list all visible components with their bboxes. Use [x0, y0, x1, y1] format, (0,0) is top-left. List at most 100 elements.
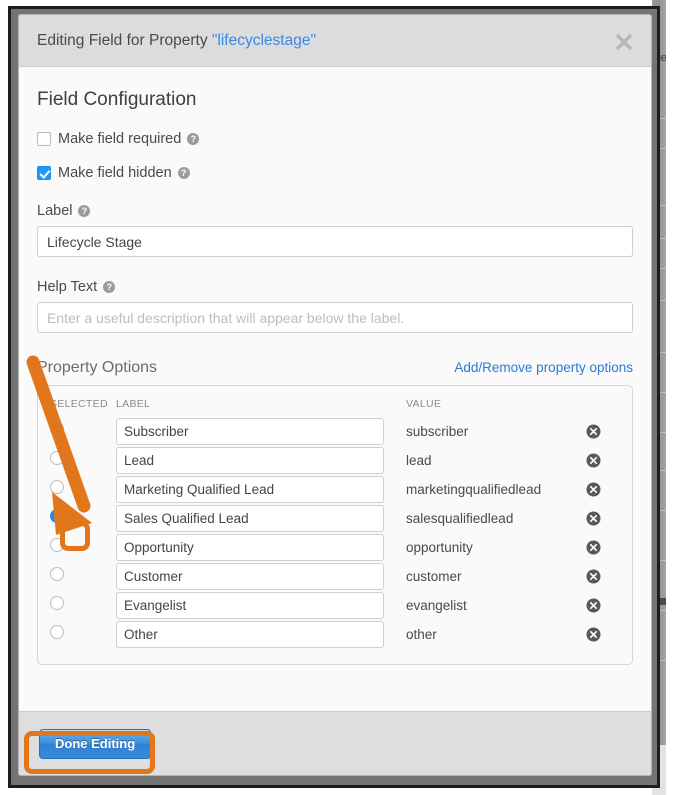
modal-title-property: "lifecyclestage"	[211, 31, 316, 49]
option-selected-cell	[50, 505, 116, 534]
option-delete-cell	[586, 592, 620, 621]
done-editing-button[interactable]: Done Editing	[39, 728, 152, 759]
property-options-header: Property Options Add/Remove property opt…	[37, 359, 633, 377]
option-label-input[interactable]	[116, 418, 384, 445]
table-row: evangelist	[50, 592, 620, 621]
option-delete-cell	[586, 447, 620, 476]
option-label-cell	[116, 563, 406, 592]
option-delete-cell	[586, 563, 620, 592]
option-selected-cell	[50, 592, 116, 621]
option-selected-cell	[50, 447, 116, 476]
option-radio[interactable]	[50, 596, 64, 610]
make-field-hidden-checkbox[interactable]	[37, 166, 51, 180]
option-value-cell: evangelist	[406, 598, 467, 613]
option-value-cell: salesqualifiedlead	[406, 511, 514, 526]
modal-footer: Done Editing	[19, 711, 651, 775]
delete-circle-icon[interactable]	[586, 453, 601, 468]
option-value-cell: opportunity	[406, 540, 473, 555]
option-delete-cell	[586, 505, 620, 534]
option-delete-cell	[586, 534, 620, 563]
label-field-label-text: Label	[37, 203, 73, 219]
option-label-cell	[116, 592, 406, 621]
option-selected-cell	[50, 476, 116, 505]
option-radio[interactable]	[50, 480, 64, 494]
make-field-required-label: Make field required	[58, 131, 182, 147]
close-icon[interactable]	[611, 29, 637, 55]
table-row: marketing qualified lead	[50, 476, 620, 505]
table-row: other	[50, 621, 620, 650]
modal-title: Editing Field for Property "lifecyclesta…	[37, 32, 316, 50]
help-text-input[interactable]	[37, 302, 633, 333]
option-selected-cell	[50, 563, 116, 592]
option-delete-cell	[586, 621, 620, 650]
property-options-body: subscriber lead marketingqualifiedlead sale…	[50, 418, 620, 650]
option-delete-cell	[586, 476, 620, 505]
option-selected-cell	[50, 418, 116, 447]
option-value-cell: other	[406, 627, 437, 642]
column-header-delete	[586, 396, 620, 418]
delete-circle-icon[interactable]	[586, 627, 601, 642]
help-icon[interactable]: ?	[103, 281, 116, 293]
option-label-input[interactable]	[116, 476, 384, 503]
modal-titlebar: Editing Field for Property "lifecyclesta…	[19, 15, 651, 67]
checkbox-row-required[interactable]: Make field required ?	[37, 131, 633, 147]
table-row: sales qualified lead	[50, 505, 620, 534]
option-radio[interactable]	[50, 567, 64, 581]
edit-field-modal: Editing Field for Property "lifecyclesta…	[18, 14, 652, 776]
option-label-cell	[116, 418, 406, 447]
option-label-input[interactable]	[116, 505, 384, 532]
add-remove-property-options-link[interactable]: Add/Remove property options	[454, 360, 633, 375]
option-value-cell: marketingqualifiedlead	[406, 482, 542, 497]
delete-circle-icon[interactable]	[586, 424, 601, 439]
table-row: opportunity	[50, 534, 620, 563]
option-radio[interactable]	[50, 509, 64, 523]
help-text-field-label: Help Text ?	[37, 279, 633, 295]
option-label-input[interactable]	[116, 447, 384, 474]
delete-circle-icon[interactable]	[586, 482, 601, 497]
option-radio[interactable]	[50, 625, 64, 639]
delete-circle-icon[interactable]	[586, 511, 601, 526]
make-field-hidden-label: Make field hidden	[58, 165, 172, 181]
option-label-cell	[116, 534, 406, 563]
option-radio[interactable]	[50, 451, 64, 465]
page-title: Field Configuration	[37, 89, 197, 110]
label-input[interactable]	[37, 226, 633, 257]
property-options-title: Property Options	[37, 359, 158, 376]
option-label-input[interactable]	[116, 534, 384, 561]
column-header-value: VALUE	[406, 398, 442, 410]
option-label-cell	[116, 621, 406, 650]
column-header-label: LABEL	[116, 398, 151, 410]
property-options-panel: SELECTED LABEL VALUE subscriber lead marke…	[37, 385, 633, 665]
modal-title-prefix: Editing Field for Property	[37, 31, 212, 49]
make-field-required-checkbox[interactable]	[37, 132, 51, 146]
option-selected-cell	[50, 534, 116, 563]
option-label-input[interactable]	[116, 592, 384, 619]
checkbox-row-hidden[interactable]: Make field hidden ?	[37, 165, 633, 181]
table-row: lead	[50, 447, 620, 476]
help-icon[interactable]: ?	[187, 133, 200, 145]
help-text-field-label-text: Help Text	[37, 279, 98, 295]
delete-circle-icon[interactable]	[586, 540, 601, 555]
option-label-cell	[116, 447, 406, 476]
delete-circle-icon[interactable]	[586, 569, 601, 584]
option-label-cell	[116, 476, 406, 505]
option-label-input[interactable]	[116, 563, 384, 590]
table-header-row: SELECTED LABEL VALUE	[50, 396, 620, 418]
option-label-input[interactable]	[116, 621, 384, 648]
column-header-selected: SELECTED	[50, 398, 108, 410]
label-field-label: Label ?	[37, 203, 633, 219]
option-radio[interactable]	[50, 422, 64, 436]
table-row: customer	[50, 563, 620, 592]
property-options-table: SELECTED LABEL VALUE subscriber lead marke…	[50, 396, 620, 650]
modal-body: Field Configuration Make field required …	[19, 67, 651, 711]
option-value-cell: subscriber	[406, 424, 469, 439]
table-row: subscriber	[50, 418, 620, 447]
help-icon[interactable]: ?	[78, 205, 91, 217]
option-radio[interactable]	[50, 538, 64, 552]
help-icon[interactable]: ?	[177, 167, 190, 179]
option-value-cell: customer	[406, 569, 462, 584]
option-label-cell	[116, 505, 406, 534]
delete-circle-icon[interactable]	[586, 598, 601, 613]
option-delete-cell	[586, 418, 620, 447]
page-right-edge	[666, 0, 673, 795]
